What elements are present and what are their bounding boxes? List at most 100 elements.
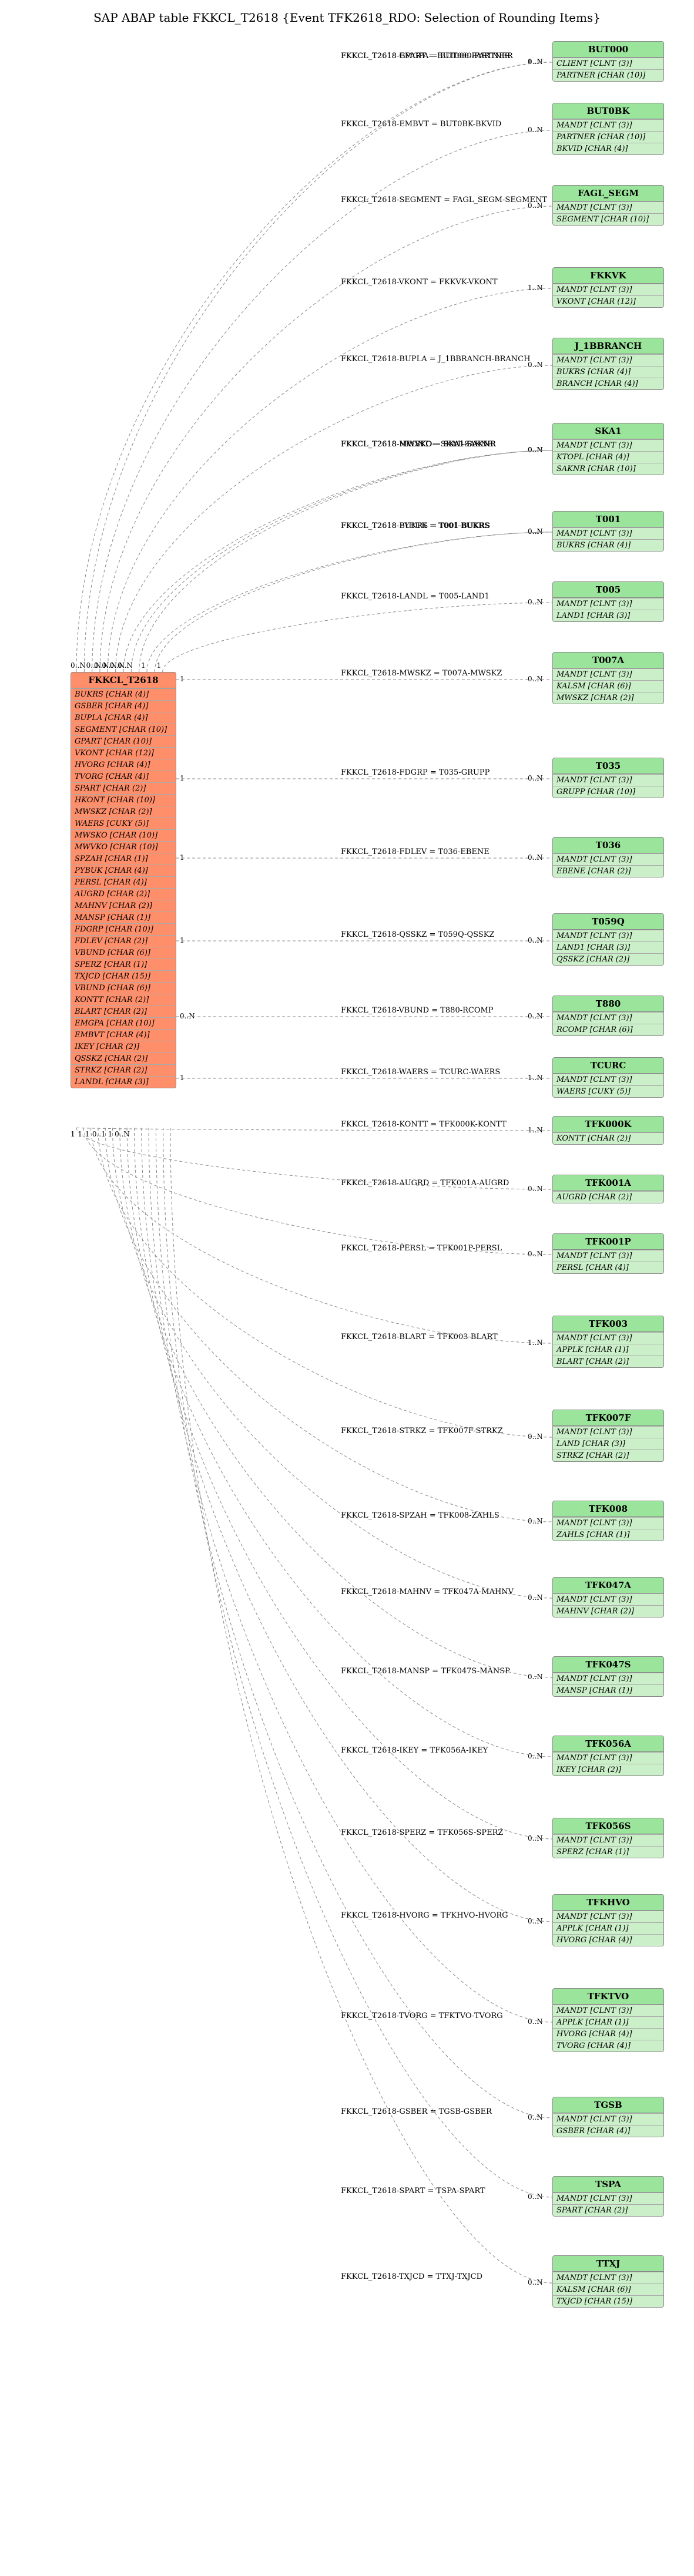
main-table-field: PYBUK [CHAR (4)] — [71, 865, 176, 876]
related-table-field: MANDT [CLNT (3)] — [553, 853, 663, 865]
relation-edge — [134, 1128, 552, 1839]
cardinality-dst: 0..N — [528, 1834, 543, 1842]
main-table-field: STRKZ [CHAR (2)] — [71, 1064, 176, 1076]
relation-label: FKKCL_T2618-PERSL = TFK001P-PERSL — [341, 1244, 502, 1253]
cardinality-src: 0..N — [118, 661, 133, 670]
relation-label: FKKCL_T2618-AUGRD = TFK001A-AUGRD — [341, 1179, 509, 1188]
related-table-field: MANDT [CLNT (3)] — [553, 1012, 663, 1024]
related-table-field: EBENE [CHAR (2)] — [553, 865, 663, 877]
relation-label: FKKCL_T2618-MAHNV = TFK047A-MAHNV — [341, 1588, 514, 1596]
related-table-field: TVORG [CHAR (4)] — [553, 2040, 663, 2052]
related-table-header: T001 — [553, 512, 663, 527]
cardinality-dst: 0..N — [528, 527, 543, 536]
relation-label: FKKCL_T2618-PYBUK = T001-BUKRS — [341, 522, 490, 530]
main-table-field: FDGRP [CHAR (10)] — [71, 923, 176, 935]
related-table-field: MANDT [CLNT (3)] — [553, 2005, 663, 2016]
related-table: TFK008MANDT [CLNT (3)]ZAHLS [CHAR (1)] — [552, 1501, 664, 1541]
related-table: BUT0BKMANDT [CLNT (3)]PARTNER [CHAR (10)… — [552, 103, 664, 155]
related-table-field: APPLK [CHAR (1)] — [553, 2016, 663, 2028]
cardinality-src: 1 — [71, 1130, 75, 1138]
related-table-field: MANDT [CLNT (3)] — [553, 2272, 663, 2284]
relation-label: FKKCL_T2618-BUPLA = J_1BBRANCH-BRANCH — [341, 355, 530, 364]
related-table-field: GRUPP [CHAR (10)] — [553, 786, 663, 798]
relation-edge — [91, 1128, 552, 1343]
cardinality-dst: 0..N — [528, 2278, 543, 2286]
related-table-header: T036 — [553, 838, 663, 853]
relation-label: FKKCL_T2618-MANSP = TFK047S-MANSP — [341, 1667, 510, 1676]
main-table-field: KONTT [CHAR (2)] — [71, 994, 176, 1005]
cardinality-dst: 0..N — [528, 2017, 543, 2026]
related-table-field: LAND1 [CHAR (3)] — [553, 610, 663, 621]
related-table-field: TXJCD [CHAR (15)] — [553, 2295, 663, 2307]
page-title: SAP ABAP table FKKCL_T2618 {Event TFK261… — [93, 11, 601, 25]
related-table: T880MANDT [CLNT (3)]RCOMP [CHAR (6)] — [552, 996, 664, 1036]
related-table-header: TGSB — [553, 2097, 663, 2113]
main-table-field: FDLEV [CHAR (2)] — [71, 935, 176, 947]
related-table-field: KALSM [CHAR (6)] — [553, 680, 663, 692]
relation-edge — [98, 1128, 552, 1437]
related-table: BUT000CLIENT [CLNT (3)]PARTNER [CHAR (10… — [552, 41, 664, 82]
related-table-field: MANDT [CLNT (3)] — [553, 774, 663, 786]
main-table-field: GPART [CHAR (10)] — [71, 735, 176, 747]
cardinality-dst: 1..N — [528, 1074, 543, 1082]
related-table-field: SPERZ [CHAR (1)] — [553, 1846, 663, 1858]
cardinality-dst: 1..N — [528, 1339, 543, 1347]
cardinality-dst: 0..N — [528, 2113, 543, 2121]
relation-label: FKKCL_T2618-SPERZ = TFK056S-SPERZ — [341, 1828, 503, 1837]
relation-edge — [123, 450, 552, 672]
cardinality-dst: 0..N — [528, 1673, 543, 1681]
related-table-field: MANDT [CLNT (3)] — [553, 1250, 663, 1262]
main-table-field: BUPLA [CHAR (4)] — [71, 712, 176, 724]
related-table-header: T005 — [553, 582, 663, 598]
related-table-field: BUKRS [CHAR (4)] — [553, 539, 663, 551]
related-table-field: MANDT [CLNT (3)] — [553, 354, 663, 366]
relation-edge — [163, 603, 552, 672]
related-table: TFK047AMANDT [CLNT (3)]MAHNV [CHAR (2)] — [552, 1577, 664, 1617]
relation-edge — [155, 532, 552, 672]
main-table-field: MWVKO [CHAR (10)] — [71, 841, 176, 853]
main-table-field: WAERS [CUKY (5)] — [71, 818, 176, 829]
related-table-field: IKEY [CHAR (2)] — [553, 1764, 663, 1775]
related-table: TFK056SMANDT [CLNT (3)]SPERZ [CHAR (1)] — [552, 1818, 664, 1858]
main-table-field: SPART [CHAR (2)] — [71, 782, 176, 794]
cardinality-dst: 0..N — [528, 361, 543, 369]
cardinality-dst: 1..N — [528, 58, 543, 66]
related-table: TFK056AMANDT [CLNT (3)]IKEY [CHAR (2)] — [552, 1736, 664, 1776]
main-table-field: MAHNV [CHAR (2)] — [71, 900, 176, 912]
related-table-field: BRANCH [CHAR (4)] — [553, 378, 663, 389]
relation-label: FKKCL_T2618-FDLEV = T036-EBENE — [341, 848, 490, 856]
main-table-header: FKKCL_T2618 — [71, 672, 176, 688]
related-table-field: MWSKZ [CHAR (2)] — [553, 692, 663, 704]
cardinality-src: 1 — [180, 853, 185, 862]
related-table-field: MANDT [CLNT (3)] — [553, 1074, 663, 1085]
main-table-field: HKONT [CHAR (10)] — [71, 794, 176, 806]
related-table-field: MANDT [CLNT (3)] — [553, 1517, 663, 1529]
related-table-field: KONTT [CHAR (2)] — [553, 1132, 663, 1144]
main-table-field: MWSKO [CHAR (10)] — [71, 829, 176, 841]
main-table-field: IKEY [CHAR (2)] — [71, 1041, 176, 1052]
cardinality-src: 0..N — [71, 661, 86, 670]
related-table-header: TFK008 — [553, 1501, 663, 1517]
relation-edge — [127, 1128, 552, 1757]
related-table-field: PARTNER [CHAR (10)] — [553, 69, 663, 81]
relation-edge — [149, 1128, 552, 2022]
relation-edge — [84, 62, 552, 672]
related-table-header: TFK056S — [553, 1818, 663, 1834]
cardinality-src: 1 — [157, 661, 162, 670]
related-table-field: MANDT [CLNT (3)] — [553, 1673, 663, 1684]
cardinality-dst: 0..N — [528, 1517, 543, 1525]
relation-edge — [83, 1128, 552, 1255]
relation-label: FKKCL_T2618-STRKZ = TFK007F-STRKZ — [341, 1427, 503, 1435]
cardinality-src: 1 — [180, 675, 185, 683]
main-table-field: GSBER [CHAR (4)] — [71, 700, 176, 712]
relation-label: FKKCL_T2618-SPART = TSPA-SPART — [341, 2187, 485, 2195]
relation-edge — [100, 206, 552, 672]
related-table: FAGL_SEGMMANDT [CLNT (3)]SEGMENT [CHAR (… — [552, 185, 664, 226]
related-table-field: CLIENT [CLNT (3)] — [553, 58, 663, 69]
related-table: J_1BBRANCHMANDT [CLNT (3)]BUKRS [CHAR (4… — [552, 338, 664, 390]
related-table-header: SKA1 — [553, 423, 663, 439]
related-table-field: KTOPL [CHAR (4)] — [553, 451, 663, 463]
related-table-header: FKKVK — [553, 268, 663, 284]
main-table-field: EMGPA [CHAR (10)] — [71, 1017, 176, 1029]
related-table-header: TFKHVO — [553, 1895, 663, 1911]
